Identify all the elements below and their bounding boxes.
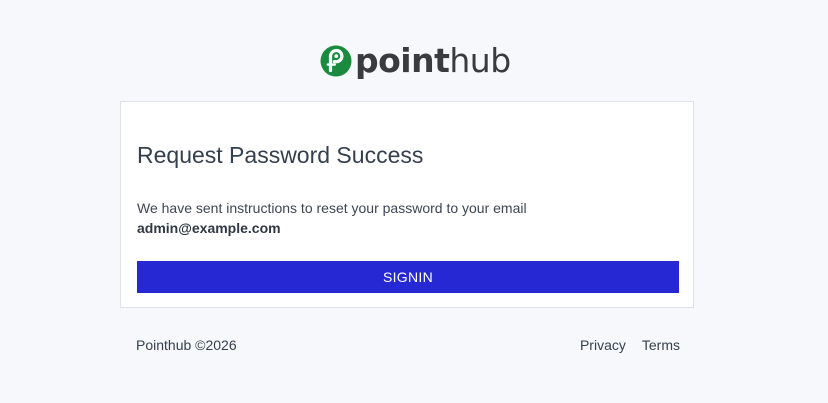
footer-links: Privacy Terms xyxy=(580,335,680,355)
success-card: Request Password Success We have sent in… xyxy=(120,101,694,308)
terms-link[interactable]: Terms xyxy=(642,335,680,355)
brand-name-bold: point xyxy=(355,41,450,80)
footer-copyright: Pointhub ©2026 xyxy=(136,337,237,353)
page: pointhub Request Password Success We hav… xyxy=(0,0,828,403)
card-email: admin@example.com xyxy=(137,220,281,236)
card-title: Request Password Success xyxy=(137,142,424,168)
pointhub-logo-icon xyxy=(320,45,352,77)
brand-logo[interactable]: pointhub xyxy=(320,43,511,79)
signin-button[interactable]: SIGNIN xyxy=(137,261,679,293)
card-message: We have sent instructions to reset your … xyxy=(137,200,527,216)
privacy-link[interactable]: Privacy xyxy=(580,335,626,355)
brand-name-light: hub xyxy=(449,41,511,80)
brand-name: pointhub xyxy=(355,43,511,79)
